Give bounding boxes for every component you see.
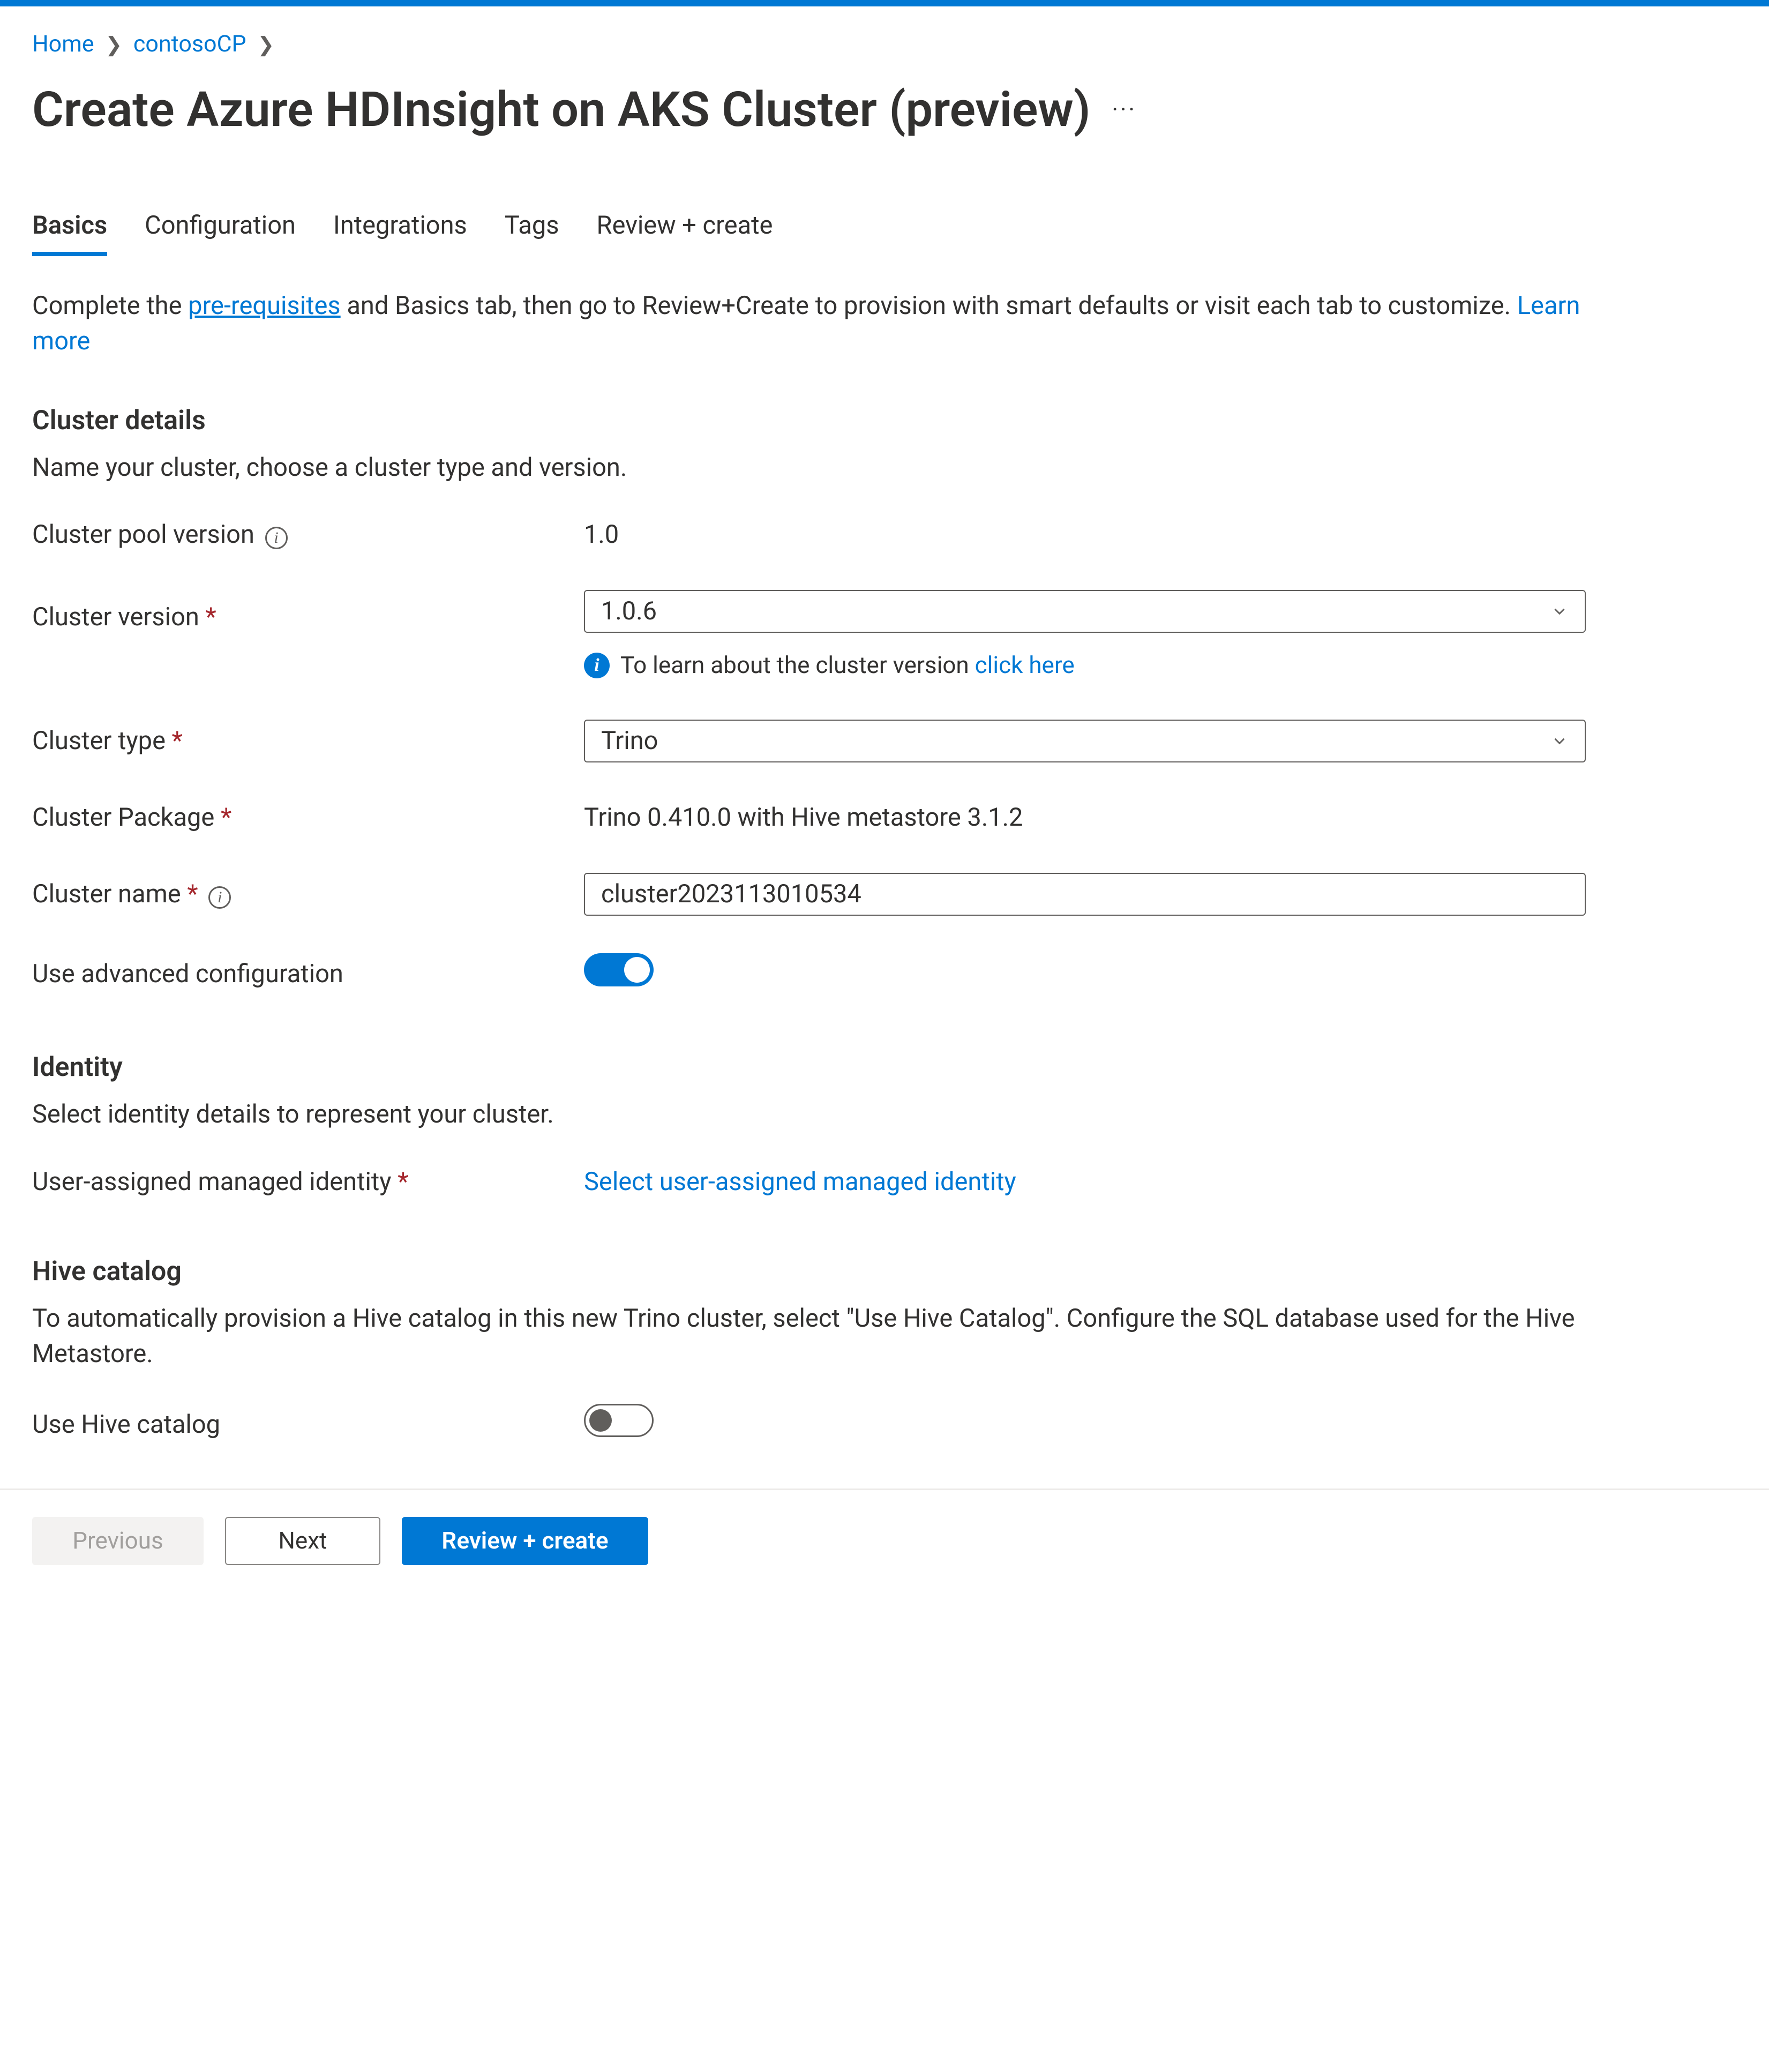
page-title: Create Azure HDInsight on AKS Cluster (p…: [32, 76, 1090, 144]
tab-configuration[interactable]: Configuration: [145, 208, 296, 256]
cluster-type-select[interactable]: Trino: [584, 720, 1586, 762]
uami-select-link[interactable]: Select user-assigned managed identity: [584, 1167, 1016, 1196]
breadcrumb-parent[interactable]: contosoCP: [133, 31, 246, 57]
cluster-name-label: Cluster name * i: [32, 877, 584, 912]
chevron-right-icon: ❯: [257, 33, 274, 57]
next-button[interactable]: Next: [225, 1517, 380, 1565]
cluster-type-label: Cluster type *: [32, 723, 584, 759]
tab-tags[interactable]: Tags: [505, 208, 559, 256]
cluster-details-desc: Name your cluster, choose a cluster type…: [32, 450, 1737, 485]
advanced-config-toggle[interactable]: [584, 953, 654, 986]
cluster-version-select[interactable]: 1.0.6: [584, 590, 1586, 633]
prerequisites-link[interactable]: pre-requisites: [188, 291, 341, 320]
identity-title: Identity: [32, 1049, 1737, 1086]
breadcrumb-home[interactable]: Home: [32, 31, 94, 57]
tab-review-create[interactable]: Review + create: [596, 208, 773, 256]
breadcrumb: Home ❯ contosoCP ❯: [32, 28, 1737, 60]
info-icon[interactable]: i: [208, 886, 231, 909]
cluster-version-link[interactable]: click here: [975, 651, 1075, 679]
cluster-name-input[interactable]: cluster2023113010534: [584, 873, 1586, 916]
cluster-version-label: Cluster version *: [32, 590, 584, 635]
intro-text: Complete the pre-requisites and Basics t…: [32, 288, 1639, 359]
footer: Previous Next Review + create: [0, 1488, 1769, 1592]
cluster-package-value: Trino 0.410.0 with Hive metastore 3.1.2: [584, 803, 1023, 832]
cluster-package-label: Cluster Package *: [32, 800, 584, 835]
more-icon[interactable]: ···: [1112, 93, 1136, 126]
hive-title: Hive catalog: [32, 1253, 1737, 1290]
cluster-pool-version-label: Cluster pool version i: [32, 517, 584, 552]
previous-button: Previous: [32, 1517, 204, 1565]
info-filled-icon: i: [584, 653, 610, 678]
tab-integrations[interactable]: Integrations: [333, 208, 467, 256]
hive-desc: To automatically provision a Hive catalo…: [32, 1301, 1639, 1372]
tabs: Basics Configuration Integrations Tags R…: [32, 208, 1737, 256]
info-icon[interactable]: i: [265, 527, 288, 549]
cluster-details-title: Cluster details: [32, 402, 1737, 439]
cluster-pool-version-value: 1.0: [584, 520, 619, 549]
review-create-button[interactable]: Review + create: [402, 1517, 648, 1565]
uami-label: User-assigned managed identity *: [32, 1164, 584, 1200]
chevron-down-icon: [1550, 732, 1569, 750]
use-hive-label: Use Hive catalog: [32, 1407, 584, 1442]
use-hive-toggle[interactable]: [584, 1404, 654, 1437]
chevron-right-icon: ❯: [105, 33, 122, 57]
chevron-down-icon: [1550, 602, 1569, 620]
top-accent-bar: [0, 0, 1769, 6]
cluster-version-info: i To learn about the cluster version cli…: [584, 649, 1586, 682]
identity-desc: Select identity details to represent you…: [32, 1097, 1737, 1132]
tab-basics[interactable]: Basics: [32, 208, 107, 256]
advanced-config-label: Use advanced configuration: [32, 956, 584, 992]
